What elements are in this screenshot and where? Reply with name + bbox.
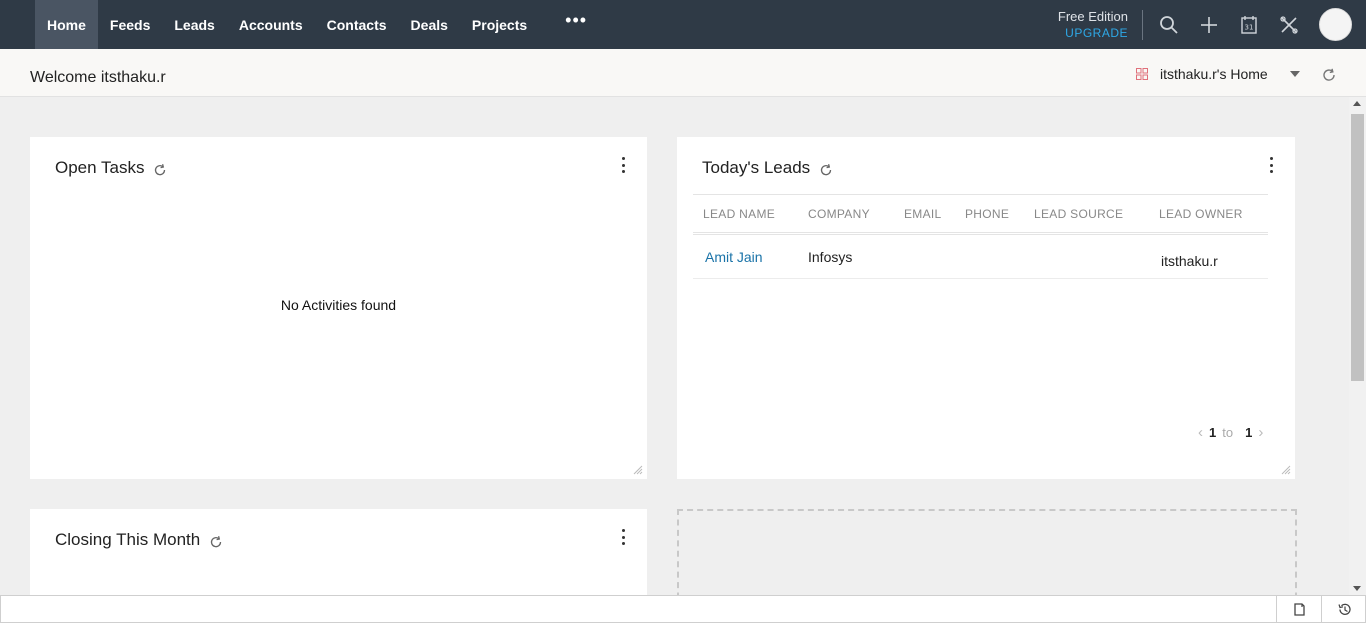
search-icon[interactable] — [1149, 0, 1189, 49]
bottom-bar — [0, 595, 1366, 623]
page-to: 1 — [1245, 425, 1253, 440]
table-row: Amit Jain Infosys itsthaku.r — [693, 233, 1268, 279]
column-header-lead-source[interactable]: LEAD SOURCE — [1024, 194, 1149, 235]
open-tasks-title-text: Open Tasks — [55, 158, 145, 177]
email-cell — [894, 233, 955, 279]
chevron-right-icon[interactable]: › — [1258, 424, 1263, 441]
chevron-down-icon — [1289, 71, 1300, 77]
closing-this-month-menu-icon[interactable] — [620, 529, 626, 545]
scroll-up-arrow-icon[interactable] — [1353, 101, 1361, 106]
phone-cell — [955, 233, 1024, 279]
resize-handle-icon[interactable] — [1281, 465, 1291, 475]
pagination: ‹ 1 to 1 › — [1198, 424, 1263, 441]
add-component-placeholder[interactable] — [677, 509, 1297, 609]
chevron-left-icon[interactable]: ‹ — [1198, 424, 1203, 441]
resize-handle-icon[interactable] — [633, 465, 643, 475]
notes-icon[interactable] — [1276, 596, 1321, 623]
refresh-icon[interactable] — [209, 535, 223, 549]
lead-name-link[interactable]: Amit Jain — [705, 249, 763, 265]
column-header-email[interactable]: EMAIL — [894, 194, 955, 235]
svg-text:31: 31 — [1245, 23, 1254, 31]
scroll-thumb[interactable] — [1351, 114, 1364, 381]
lead-owner-cell: itsthaku.r — [1149, 233, 1268, 279]
topbar-actions: Free Edition UPGRADE 31 — [1058, 0, 1366, 49]
edition-info: Free Edition UPGRADE — [1057, 9, 1143, 41]
open-tasks-title: Open Tasks — [55, 158, 167, 178]
column-header-company[interactable]: COMPANY — [798, 194, 894, 235]
refresh-icon[interactable] — [1321, 67, 1337, 83]
closing-this-month-title: Closing This Month — [55, 530, 223, 550]
nav-tab-home[interactable]: Home — [35, 0, 98, 49]
dashboard-grid-icon — [1136, 68, 1148, 80]
user-avatar[interactable] — [1319, 8, 1352, 41]
page-to-label: to — [1222, 425, 1234, 440]
refresh-icon[interactable] — [819, 163, 833, 177]
page-title: Welcome itsthaku.r — [30, 69, 166, 86]
column-header-phone[interactable]: PHONE — [955, 194, 1024, 235]
open-tasks-menu-icon[interactable] — [620, 157, 626, 173]
tools-icon[interactable] — [1269, 0, 1309, 49]
calendar-icon[interactable]: 31 — [1229, 0, 1269, 49]
home-view-label: itsthaku.r's Home — [1160, 66, 1268, 82]
nav-tab-contacts[interactable]: Contacts — [315, 0, 399, 49]
top-navigation-bar: Home Feeds Leads Accounts Contacts Deals… — [0, 0, 1366, 49]
nav-tab-projects[interactable]: Projects — [460, 0, 539, 49]
table-header-row: LEAD NAME COMPANY EMAIL PHONE LEAD SOURC… — [693, 194, 1268, 235]
todays-leads-card: Today's Leads LEAD NAME COMPANY EMAIL PH… — [677, 137, 1295, 479]
closing-this-month-card: Closing This Month — [30, 509, 647, 599]
upgrade-link[interactable]: UPGRADE — [1058, 25, 1128, 41]
closing-this-month-title-text: Closing This Month — [55, 530, 201, 549]
column-header-lead-owner[interactable]: LEAD OWNER — [1149, 194, 1268, 235]
lead-source-cell — [1024, 233, 1149, 279]
more-tabs-button[interactable]: ••• — [539, 0, 609, 49]
main-nav: Home Feeds Leads Accounts Contacts Deals… — [0, 0, 609, 49]
history-icon[interactable] — [1321, 596, 1366, 623]
empty-state-message: No Activities found — [280, 297, 397, 313]
plus-icon[interactable] — [1189, 0, 1229, 49]
nav-tab-leads[interactable]: Leads — [162, 0, 226, 49]
edition-label: Free Edition — [1057, 9, 1128, 24]
welcome-bar: Welcome itsthaku.r itsthaku.r's Home — [0, 49, 1366, 97]
column-header-lead-name[interactable]: LEAD NAME — [693, 194, 798, 235]
todays-leads-title-text: Today's Leads — [702, 158, 811, 177]
todays-leads-menu-icon[interactable] — [1268, 157, 1274, 173]
home-view-selector[interactable]: itsthaku.r's Home — [1136, 66, 1300, 82]
nav-tab-feeds[interactable]: Feeds — [98, 0, 162, 49]
open-tasks-card: Open Tasks No Activities found — [30, 137, 647, 479]
lead-name-cell[interactable]: Amit Jain — [693, 233, 798, 279]
page-scrollbar[interactable] — [1349, 97, 1366, 595]
todays-leads-title: Today's Leads — [702, 158, 833, 178]
company-cell: Infosys — [798, 233, 894, 279]
scroll-down-arrow-icon[interactable] — [1353, 586, 1361, 591]
refresh-icon[interactable] — [153, 163, 167, 177]
leads-table: LEAD NAME COMPANY EMAIL PHONE LEAD SOURC… — [693, 194, 1268, 279]
page-from: 1 — [1209, 425, 1217, 440]
nav-tab-deals[interactable]: Deals — [399, 0, 460, 49]
nav-tab-accounts[interactable]: Accounts — [227, 0, 315, 49]
